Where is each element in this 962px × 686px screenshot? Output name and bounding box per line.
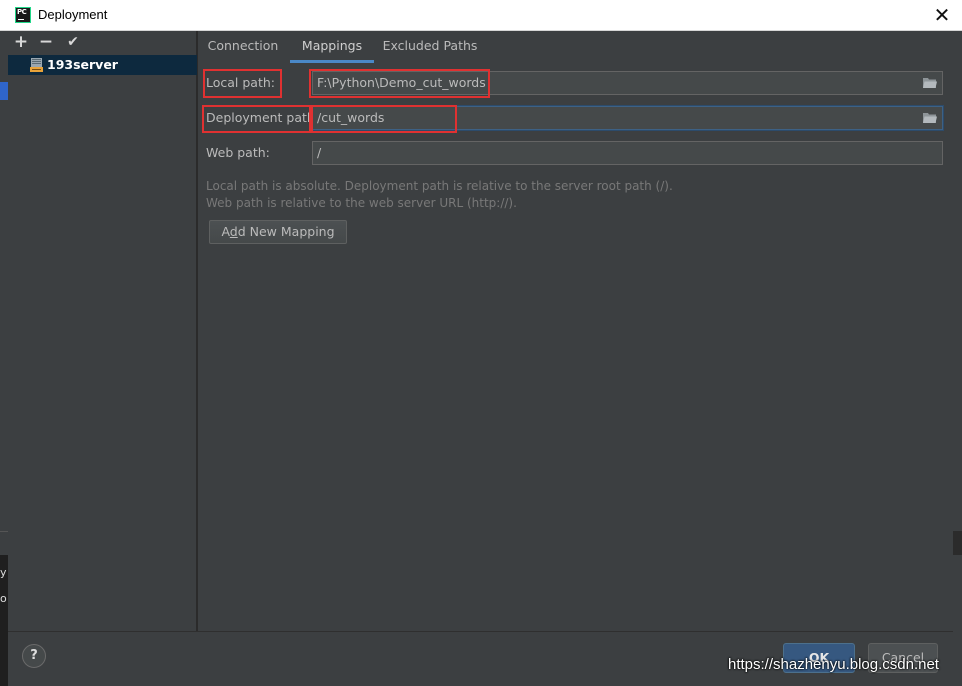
add-mapping-label-end: d New Mapping — [237, 224, 335, 239]
remove-server-button[interactable]: − — [36, 32, 56, 52]
web-path-value: / — [317, 145, 322, 160]
path-hint-line-2: Web path is relative to the web server U… — [206, 196, 517, 210]
background-window-strip-right — [953, 31, 962, 686]
path-hint-line-1: Local path is absolute. Deployment path … — [206, 179, 673, 193]
annotation-box-local-label — [203, 69, 282, 98]
server-list-toolbar: + − ✔ — [8, 31, 197, 55]
title-bar: PC Deployment ✕ — [0, 0, 962, 31]
server-name: 193server — [47, 57, 118, 72]
folder-icon[interactable] — [923, 77, 937, 89]
tab-bar: Connection Mappings Excluded Paths — [198, 31, 953, 63]
sftp-server-icon — [30, 58, 43, 72]
server-list-panel: + − ✔ 193server — [8, 31, 197, 631]
tab-excluded-paths[interactable]: Excluded Paths — [382, 31, 478, 63]
web-path-label: Web path: — [206, 145, 270, 160]
tab-mappings[interactable]: Mappings — [290, 31, 374, 63]
background-text-fragment: y — [0, 566, 7, 579]
help-button[interactable]: ? — [22, 644, 46, 668]
annotation-box-deployment-label — [202, 105, 311, 133]
web-path-field[interactable]: / — [312, 141, 943, 165]
tab-connection[interactable]: Connection — [203, 31, 283, 63]
use-as-default-button[interactable]: ✔ — [63, 32, 83, 52]
background-window-divider — [953, 531, 962, 555]
watermark-text: https://shazhenyu.blog.csdn.net — [728, 656, 939, 673]
window-title: Deployment — [38, 7, 108, 22]
mappings-panel: Connection Mappings Excluded Paths Local… — [198, 31, 953, 631]
add-new-mapping-button[interactable]: Add New Mapping — [209, 220, 347, 244]
app-icon-letters: PC — [17, 8, 27, 16]
add-mapping-label-start: A — [221, 224, 230, 239]
pycharm-app-icon: PC — [15, 7, 31, 23]
annotation-box-deployment-value — [311, 105, 457, 133]
folder-icon[interactable] — [923, 112, 937, 124]
add-mapping-mnemonic: d — [229, 224, 238, 239]
background-window-divider — [0, 531, 8, 532]
annotation-box-local-value — [309, 69, 490, 98]
close-icon[interactable]: ✕ — [928, 1, 956, 29]
server-list-item[interactable]: 193server — [8, 55, 197, 75]
background-window-blue-strip — [0, 82, 8, 100]
background-text-fragment: o — [0, 592, 7, 605]
add-server-button[interactable]: + — [11, 32, 31, 52]
